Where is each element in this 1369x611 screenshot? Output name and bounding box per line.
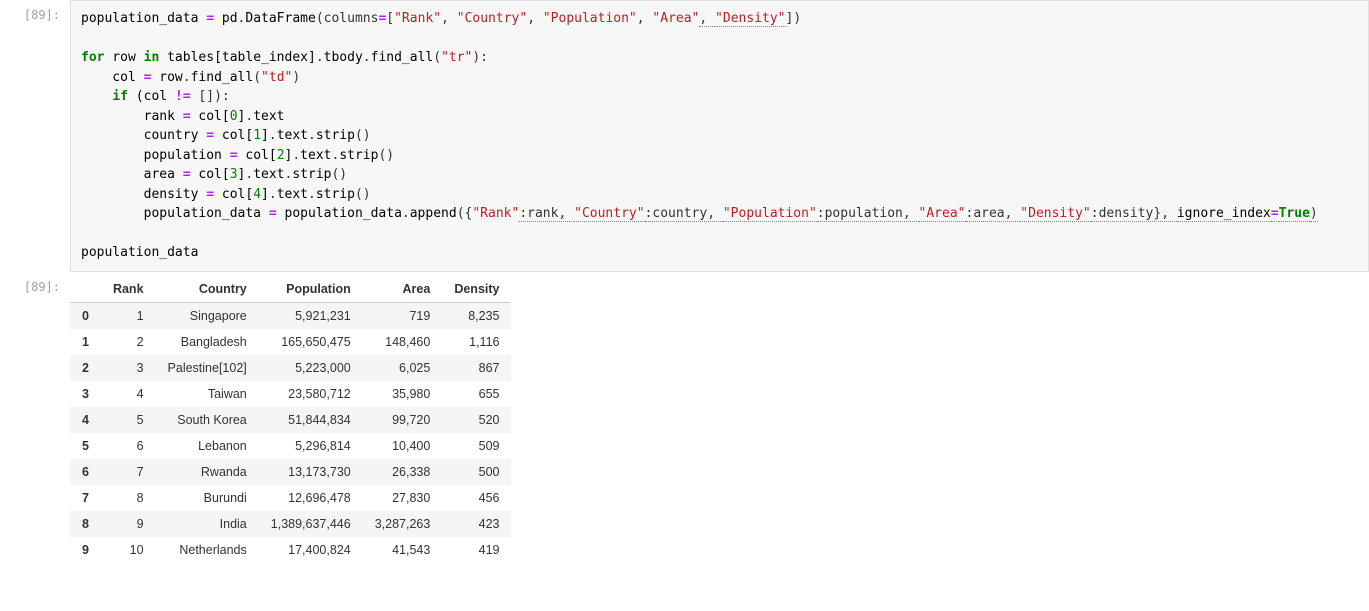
table-row: 01Singapore5,921,2317198,235	[70, 302, 511, 329]
input-prompt: [89]:	[0, 0, 70, 22]
code-line	[81, 224, 1358, 244]
row-index: 5	[70, 433, 101, 459]
column-header: Country	[156, 276, 259, 303]
table-cell: Singapore	[156, 302, 259, 329]
table-row: 12Bangladesh165,650,475148,4601,116	[70, 329, 511, 355]
table-cell: India	[156, 511, 259, 537]
table-cell: 719	[363, 302, 443, 329]
code-line: area = col[3].text.strip()	[81, 165, 1358, 185]
table-cell: 99,720	[363, 407, 443, 433]
table-row: 56Lebanon5,296,81410,400509	[70, 433, 511, 459]
output-prompt: [89]:	[0, 272, 70, 294]
table-cell: 5,223,000	[259, 355, 363, 381]
table-cell: 8	[101, 485, 156, 511]
table-cell: Palestine[102]	[156, 355, 259, 381]
table-cell: 27,830	[363, 485, 443, 511]
table-cell: 1	[101, 302, 156, 329]
table-cell: 148,460	[363, 329, 443, 355]
table-body: 01Singapore5,921,2317198,23512Bangladesh…	[70, 302, 511, 563]
table-cell: Bangladesh	[156, 329, 259, 355]
table-cell: 51,844,834	[259, 407, 363, 433]
table-cell: 10	[101, 537, 156, 563]
table-cell: 3	[101, 355, 156, 381]
row-index: 8	[70, 511, 101, 537]
table-cell: 2	[101, 329, 156, 355]
table-cell: 500	[442, 459, 511, 485]
code-line: col = row.find_all("td")	[81, 68, 1358, 88]
table-row: 23Palestine[102]5,223,0006,025867	[70, 355, 511, 381]
table-cell: South Korea	[156, 407, 259, 433]
table-cell: Burundi	[156, 485, 259, 511]
row-index: 0	[70, 302, 101, 329]
table-cell: 509	[442, 433, 511, 459]
table-cell: 423	[442, 511, 511, 537]
table-row: 910Netherlands17,400,82441,543419	[70, 537, 511, 563]
table-row: 34Taiwan23,580,71235,980655	[70, 381, 511, 407]
table-cell: 4	[101, 381, 156, 407]
table-cell: 13,173,730	[259, 459, 363, 485]
table-cell: 1,116	[442, 329, 511, 355]
table-row: 89India1,389,637,4463,287,263423	[70, 511, 511, 537]
table-row: 78Burundi12,696,47827,830456	[70, 485, 511, 511]
table-cell: 867	[442, 355, 511, 381]
table-cell: 165,650,475	[259, 329, 363, 355]
table-cell: 456	[442, 485, 511, 511]
dataframe-table: RankCountryPopulationAreaDensity 01Singa…	[70, 276, 511, 563]
column-header: Density	[442, 276, 511, 303]
code-line: population_data = population_data.append…	[81, 204, 1358, 224]
output-area: RankCountryPopulationAreaDensity 01Singa…	[70, 272, 1369, 563]
table-cell: Rwanda	[156, 459, 259, 485]
table-cell: 6	[101, 433, 156, 459]
code-line: if (col != []):	[81, 87, 1358, 107]
table-cell: Taiwan	[156, 381, 259, 407]
table-cell: 3,287,263	[363, 511, 443, 537]
row-index: 3	[70, 381, 101, 407]
code-line: population = col[2].text.strip()	[81, 146, 1358, 166]
code-line: population_data	[81, 243, 1358, 263]
table-cell: 6,025	[363, 355, 443, 381]
row-index: 1	[70, 329, 101, 355]
code-line: country = col[1].text.strip()	[81, 126, 1358, 146]
notebook-input-cell: [89]: population_data = pd.DataFrame(col…	[0, 0, 1369, 272]
table-row: 45South Korea51,844,83499,720520	[70, 407, 511, 433]
code-editor[interactable]: population_data = pd.DataFrame(columns=[…	[70, 0, 1369, 272]
table-cell: 5,296,814	[259, 433, 363, 459]
column-header: Population	[259, 276, 363, 303]
row-index: 7	[70, 485, 101, 511]
table-cell: 35,980	[363, 381, 443, 407]
table-cell: 10,400	[363, 433, 443, 459]
table-cell: 1,389,637,446	[259, 511, 363, 537]
table-cell: 419	[442, 537, 511, 563]
table-cell: 520	[442, 407, 511, 433]
table-cell: Netherlands	[156, 537, 259, 563]
row-index: 6	[70, 459, 101, 485]
table-header-row: RankCountryPopulationAreaDensity	[70, 276, 511, 303]
code-line	[81, 29, 1358, 49]
index-header	[70, 276, 101, 303]
table-cell: 9	[101, 511, 156, 537]
table-cell: 26,338	[363, 459, 443, 485]
notebook-output-cell: [89]: RankCountryPopulationAreaDensity 0…	[0, 272, 1369, 563]
code-line: population_data = pd.DataFrame(columns=[…	[81, 9, 1358, 29]
table-cell: 5,921,231	[259, 302, 363, 329]
table-cell: 23,580,712	[259, 381, 363, 407]
table-cell: 8,235	[442, 302, 511, 329]
code-line: density = col[4].text.strip()	[81, 185, 1358, 205]
table-cell: 12,696,478	[259, 485, 363, 511]
table-cell: 7	[101, 459, 156, 485]
table-cell: 655	[442, 381, 511, 407]
row-index: 2	[70, 355, 101, 381]
column-header: Area	[363, 276, 443, 303]
row-index: 4	[70, 407, 101, 433]
table-row: 67Rwanda13,173,73026,338500	[70, 459, 511, 485]
code-line: rank = col[0].text	[81, 107, 1358, 127]
table-cell: 5	[101, 407, 156, 433]
code-line: for row in tables[table_index].tbody.fin…	[81, 48, 1358, 68]
table-cell: Lebanon	[156, 433, 259, 459]
table-cell: 17,400,824	[259, 537, 363, 563]
table-cell: 41,543	[363, 537, 443, 563]
row-index: 9	[70, 537, 101, 563]
column-header: Rank	[101, 276, 156, 303]
